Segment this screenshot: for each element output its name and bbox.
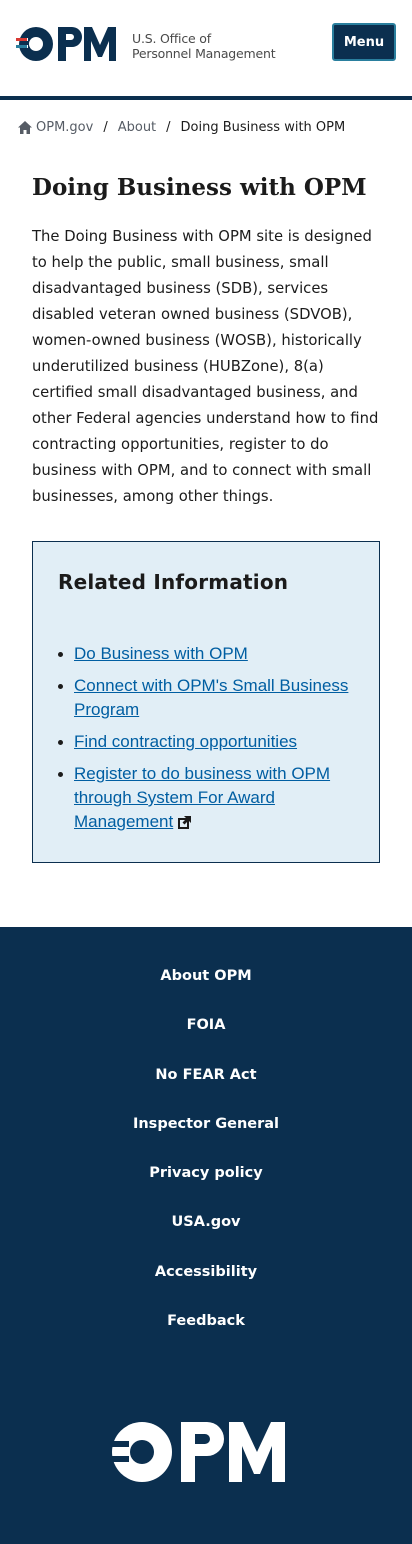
opm-logo-mark-icon [16, 27, 116, 61]
footer-link-foia[interactable]: FOIA [187, 1017, 226, 1033]
bullet-icon [58, 772, 63, 777]
footer-link-about-opm[interactable]: About OPM [160, 968, 251, 984]
opm-logo[interactable]: U.S. Office of Personnel Management [16, 26, 276, 66]
link-small-business-program[interactable]: Connect with OPM's Small Business Progra… [74, 676, 348, 719]
agency-name: U.S. Office of Personnel Management [132, 31, 276, 61]
footer-links: About OPM FOIA No FEAR Act Inspector Gen… [0, 963, 412, 1357]
footer-item: Accessibility [0, 1259, 412, 1308]
footer-item: No FEAR Act [0, 1062, 412, 1111]
bullet-icon [58, 740, 63, 745]
agency-line-2: Personnel Management [132, 46, 276, 61]
breadcrumb: OPM.gov / About / Doing Business with OP… [18, 117, 345, 137]
link-contracting-opportunities[interactable]: Find contracting opportunities [74, 732, 297, 751]
breadcrumb-separator: / [103, 119, 108, 135]
link-do-business[interactable]: Do Business with OPM [74, 644, 248, 663]
footer-item: About OPM [0, 963, 412, 1012]
footer-opm-logo[interactable] [111, 1421, 295, 1488]
footer-item: USA.gov [0, 1209, 412, 1258]
menu-button[interactable]: Menu [332, 23, 396, 61]
footer-link-feedback[interactable]: Feedback [167, 1313, 245, 1329]
footer-item: FOIA [0, 1012, 412, 1061]
related-links-list: Do Business with OPM Connect with OPM's … [57, 642, 357, 842]
breadcrumb-separator: / [166, 119, 171, 135]
footer-link-accessibility[interactable]: Accessibility [155, 1264, 257, 1280]
link-register-sam-label: Register to do business with OPM through… [74, 764, 331, 831]
footer-link-usa-gov[interactable]: USA.gov [171, 1214, 240, 1230]
list-item: Find contracting opportunities [57, 730, 357, 754]
related-information-box: Related Information Do Business with OPM… [32, 541, 380, 863]
footer-item: Privacy policy [0, 1160, 412, 1209]
list-item: Do Business with OPM [57, 642, 357, 666]
footer-item: Inspector General [0, 1111, 412, 1160]
external-link-icon [178, 816, 192, 829]
footer-link-privacy-policy[interactable]: Privacy policy [149, 1165, 262, 1181]
breadcrumb-about-link[interactable]: About [118, 120, 156, 135]
footer-item: Feedback [0, 1308, 412, 1357]
home-icon [18, 120, 32, 134]
site-header: U.S. Office of Personnel Management Menu [0, 0, 412, 100]
intro-paragraph: The Doing Business with OPM site is desi… [32, 228, 379, 505]
site-footer: About OPM FOIA No FEAR Act Inspector Gen… [0, 927, 412, 1544]
bullet-icon [58, 652, 63, 657]
page-title: Doing Business with OPM [32, 174, 367, 201]
footer-link-no-fear-act[interactable]: No FEAR Act [155, 1067, 256, 1083]
breadcrumb-home-label: OPM.gov [36, 119, 94, 135]
breadcrumb-home-link[interactable]: OPM.gov [18, 120, 93, 135]
agency-line-1: U.S. Office of [132, 31, 211, 46]
breadcrumb-current: Doing Business with OPM [180, 119, 346, 135]
footer-link-inspector-general[interactable]: Inspector General [133, 1116, 279, 1132]
list-item: Register to do business with OPM through… [57, 762, 357, 834]
bullet-icon [58, 684, 63, 689]
link-register-sam[interactable]: Register to do business with OPM through… [74, 764, 330, 831]
related-information-title: Related Information [58, 570, 289, 594]
list-item: Connect with OPM's Small Business Progra… [57, 674, 357, 722]
opm-logo-icon [111, 1422, 285, 1482]
